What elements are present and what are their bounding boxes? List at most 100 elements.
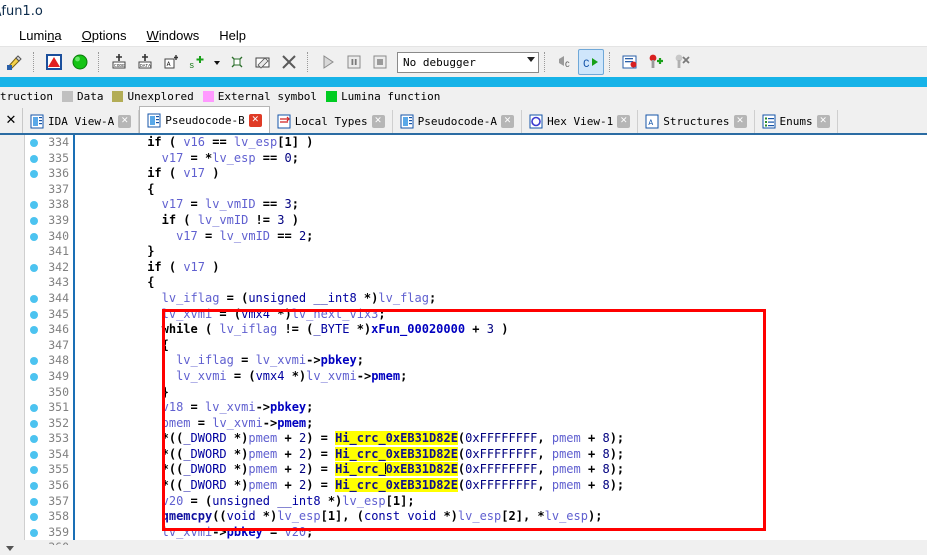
code-token: *)	[255, 509, 278, 524]
line-number: 335	[25, 151, 73, 167]
make-struct-icon[interactable]: s	[184, 49, 210, 75]
tab-enums[interactable]: Enums ✕	[754, 110, 838, 133]
tab-local-types[interactable]: Local Types ✕	[269, 110, 393, 133]
code-token: ;	[291, 197, 299, 212]
decompile-active-icon[interactable]: C	[578, 49, 604, 75]
close-icon[interactable]: ✕	[371, 115, 385, 128]
close-icon[interactable]: ✕	[816, 115, 830, 128]
green-circle-icon[interactable]	[67, 49, 93, 75]
code-line[interactable]: if ( v17 )	[75, 166, 927, 182]
code-line[interactable]: lv_xvmi = (vmx4 *)lv_next_vix3;	[75, 307, 927, 323]
close-panel-icon[interactable]: ✕	[0, 108, 23, 133]
code-line[interactable]: {	[75, 338, 927, 354]
code-line[interactable]: if ( lv_vmID != 3 )	[75, 213, 927, 229]
edit-function-icon[interactable]	[250, 49, 276, 75]
code-line[interactable]: }	[75, 385, 927, 401]
code-line[interactable]: lv_xvmi = (vmx4 *)lv_xvmi->pmem;	[75, 369, 927, 385]
code-token: =	[197, 228, 220, 243]
code-line[interactable]: *((_DWORD *)pmem + 2) = Hi_crc_0xEB31D82…	[75, 431, 927, 447]
menu-item-options[interactable]: Options	[73, 26, 136, 45]
close-icon[interactable]: ✕	[733, 115, 747, 128]
tab-ida-view-a[interactable]: IDA View-A ✕	[23, 110, 140, 133]
code-line[interactable]: lv_iflag = (unsigned __int8 *)lv_flag;	[75, 291, 927, 307]
code-line[interactable]: v20 = (unsigned __int8 *)lv_esp[1];	[75, 494, 927, 510]
code-token: ((	[212, 509, 227, 524]
code-token: *)	[436, 509, 458, 524]
code-line[interactable]: while ( lv_iflag != (_BYTE *)xFun_000200…	[75, 322, 927, 338]
line-number: 356	[25, 478, 73, 494]
code-token: ->	[255, 400, 271, 415]
line-number: 340	[25, 229, 73, 245]
code-token: ;	[306, 524, 314, 539]
tab-structures[interactable]: A Structures ✕	[638, 110, 755, 133]
code-line[interactable]: }	[75, 244, 927, 260]
code-line[interactable]: *((_DWORD *)pmem + 2) = Hi_crc_0xEB31D82…	[75, 446, 927, 463]
code-token: ->	[212, 524, 227, 539]
toolbar-separator	[33, 52, 36, 72]
code-token: *((	[161, 446, 184, 461]
code-token: _DWORD	[183, 462, 227, 477]
code-line[interactable]: if ( v17 )	[75, 260, 927, 276]
code-line[interactable]: *((_DWORD *)pmem + 2) = Hi_crc_0xEB31D82…	[75, 462, 927, 478]
code-token: ) =	[306, 478, 336, 493]
decompile-icon[interactable]: C	[552, 49, 578, 75]
svg-text:C: C	[583, 59, 590, 71]
menu-item-help[interactable]: Help	[210, 26, 255, 45]
legend-data-label: Data	[76, 90, 104, 103]
make-data-icon[interactable]: DATA	[132, 49, 158, 75]
menu-item-lumina[interactable]: Lumina	[10, 26, 71, 45]
close-icon[interactable]: ✕	[248, 113, 262, 127]
code-line[interactable]: v17 = lv_vmID == 2;	[75, 229, 927, 245]
code-line[interactable]: v17 = *lv_esp == 0;	[75, 151, 927, 167]
line-number-label: 341	[48, 244, 69, 259]
code-line[interactable]: qmemcpy((void *)lv_esp[1], (const void *…	[75, 509, 927, 525]
code-line[interactable]: {	[75, 275, 927, 291]
navigation-band[interactable]	[0, 77, 927, 87]
code-line[interactable]: *((_DWORD *)pmem + 2) = Hi_crc_0xEB31D82…	[75, 478, 927, 494]
make-ascii-icon[interactable]: A	[158, 49, 184, 75]
horizontal-scrollbar[interactable]	[0, 545, 927, 555]
tab-pseudocode-a[interactable]: Pseudocode-A ✕	[392, 110, 523, 133]
warning-icon[interactable]	[41, 49, 67, 75]
close-icon[interactable]: ✕	[617, 115, 631, 128]
pause-icon[interactable]	[341, 49, 367, 75]
run-icon[interactable]	[315, 49, 341, 75]
close-icon[interactable]: ✕	[118, 115, 132, 128]
code-token: lv_xvmi	[161, 306, 213, 321]
scroll-left-icon[interactable]	[6, 546, 14, 551]
stop-icon[interactable]	[367, 49, 393, 75]
make-function-icon[interactable]	[224, 49, 250, 75]
add-breakpoint-icon[interactable]	[643, 49, 669, 75]
lumina-icon[interactable]	[2, 49, 28, 75]
line-number-gutter: 334 335 336 337 338 339 340 341 342 343 344 345 346 3…	[25, 135, 75, 554]
code-token: +	[277, 431, 299, 446]
code-token: ,	[537, 462, 552, 477]
code-line[interactable]: lv_iflag = lv_xvmi->pbkey;	[75, 353, 927, 369]
code-token: pbkey	[226, 524, 263, 539]
code-token: lv_esp	[212, 150, 256, 165]
make-code-icon[interactable]: CODE	[106, 49, 132, 75]
hexview-icon	[529, 114, 543, 129]
close-icon[interactable]: ✕	[501, 115, 515, 128]
code-text-area[interactable]: if ( v16 == lv_esp[1] ) v17 = *lv_esp == …	[75, 135, 927, 540]
tab-hex-view-1[interactable]: Hex View-1 ✕	[522, 110, 639, 133]
code-token: {	[161, 337, 169, 352]
delete-breakpoint-icon[interactable]	[669, 49, 695, 75]
chevron-down-icon[interactable]	[210, 49, 224, 75]
decompiled-line-marker-icon	[30, 232, 38, 241]
code-line[interactable]: if ( v16 == lv_esp[1] )	[75, 135, 927, 151]
undefine-icon[interactable]	[276, 49, 302, 75]
code-token: ;	[428, 290, 437, 305]
code-line[interactable]: lv_xvmi->pbkey = v20;	[75, 525, 927, 540]
toolbar-separator	[609, 52, 612, 72]
code-token: );	[609, 478, 625, 493]
code-line[interactable]: {	[75, 182, 927, 198]
decompiled-line-marker-icon	[30, 419, 38, 428]
code-line[interactable]: v17 = lv_vmID == 3;	[75, 197, 927, 213]
code-line[interactable]: pmem = lv_xvmi->pmem;	[75, 416, 927, 432]
menu-item-windows[interactable]: Windows	[137, 26, 208, 45]
debugger-selector[interactable]: No debugger	[397, 51, 539, 73]
tab-pseudocode-b[interactable]: Pseudocode-B ✕	[139, 106, 270, 133]
breakpoint-list-icon[interactable]	[617, 49, 643, 75]
code-line[interactable]: v18 = lv_xvmi->pbkey;	[75, 400, 927, 416]
